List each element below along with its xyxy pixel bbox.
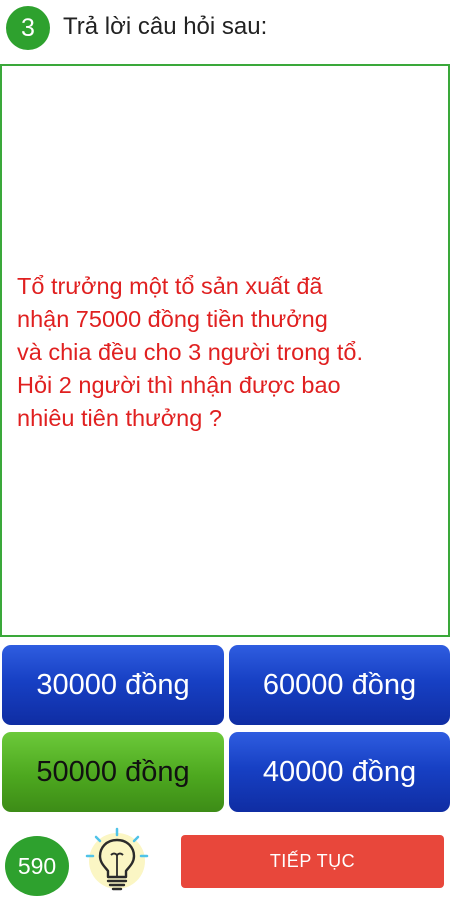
hint-button[interactable] bbox=[82, 826, 152, 896]
continue-button[interactable]: TIẾP TỤC bbox=[181, 835, 444, 888]
lightbulb-icon bbox=[85, 827, 149, 891]
answer-button-2[interactable]: 60000 đồng bbox=[229, 645, 450, 725]
answer-button-4[interactable]: 40000 đồng bbox=[229, 732, 450, 812]
question-text: Tổ trưởng một tổ sản xuất đã nhận 75000 … bbox=[17, 273, 363, 431]
answer-button-3-selected[interactable]: 50000 đồng bbox=[2, 732, 224, 812]
header-title: Trả lời câu hỏi sau: bbox=[63, 13, 268, 40]
answer-button-1[interactable]: 30000 đồng bbox=[2, 645, 224, 725]
question-panel: Tổ trưởng một tổ sản xuất đã nhận 75000 … bbox=[0, 64, 450, 637]
question-number-badge: 3 bbox=[6, 6, 50, 50]
header: 3 Trả lời câu hỏi sau: bbox=[0, 0, 450, 58]
score-badge: 590 bbox=[5, 836, 69, 896]
